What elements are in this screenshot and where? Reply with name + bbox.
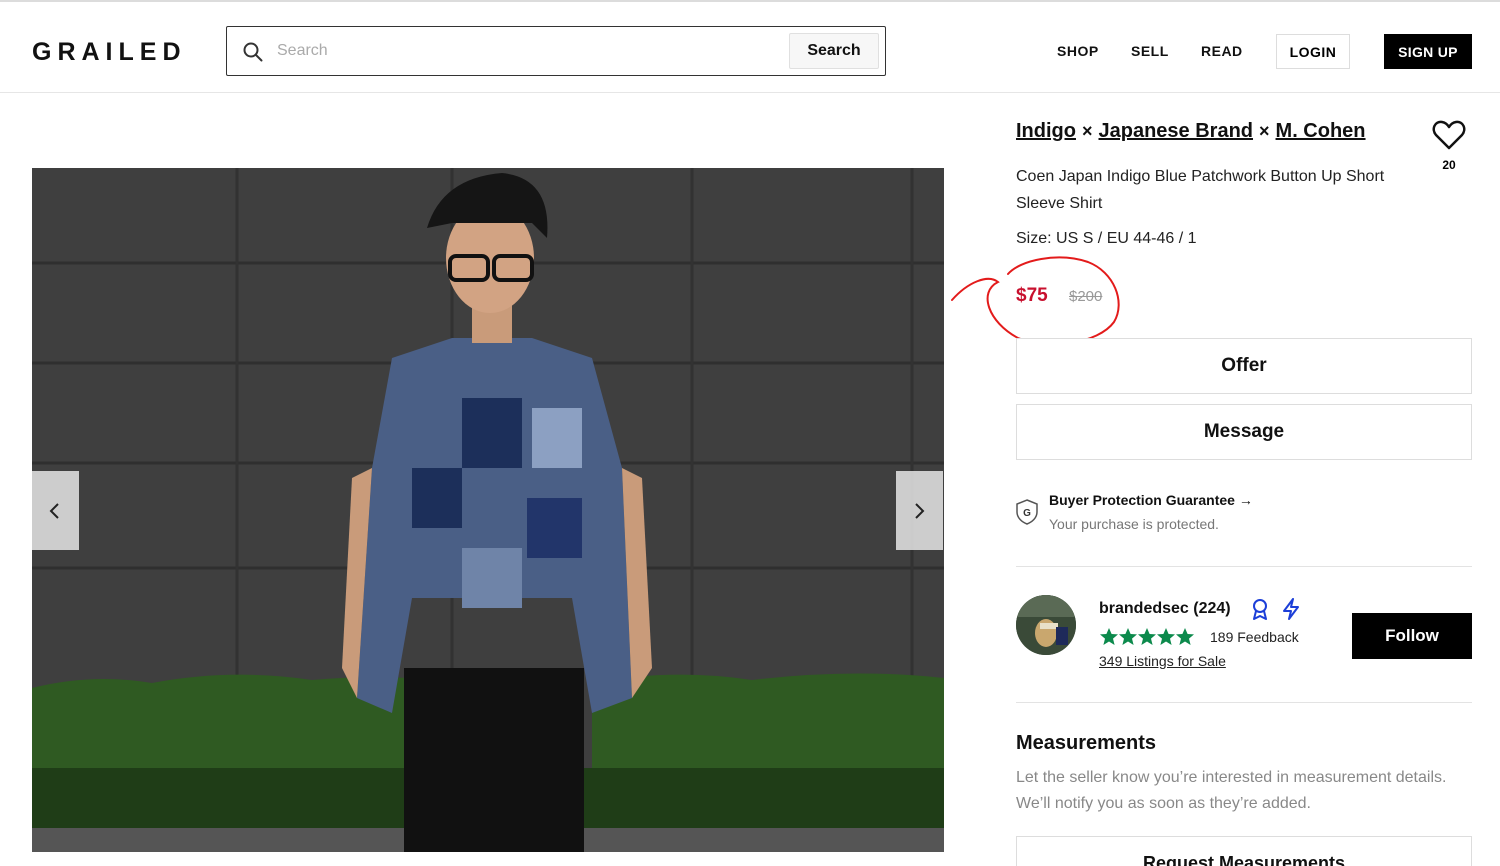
nav-read[interactable]: READ xyxy=(1201,43,1243,59)
seller-username: brandedsec xyxy=(1099,600,1189,617)
measurements-title: Measurements xyxy=(1016,732,1157,754)
product-image xyxy=(32,168,944,852)
seller-feedback: 189 Feedback xyxy=(1210,629,1299,645)
follow-button[interactable]: Follow xyxy=(1352,613,1472,659)
nav-shop[interactable]: SHOP xyxy=(1057,43,1099,59)
shield-icon: G xyxy=(1016,499,1038,525)
divider xyxy=(1016,566,1472,567)
site-header: GRAILED Search SHOP SELL READ LOGIN SIGN… xyxy=(0,2,1500,93)
buyer-protection-link[interactable]: Buyer Protection Guarantee → xyxy=(1049,492,1253,508)
seller-avatar[interactable] xyxy=(1016,595,1076,655)
gallery-next-button[interactable] xyxy=(896,471,943,550)
brand-list: Indigo × Japanese Brand × M. Cohen xyxy=(1016,120,1366,143)
brand-link-indigo[interactable]: Indigo xyxy=(1016,120,1076,142)
signup-button[interactable]: SIGN UP xyxy=(1384,34,1472,69)
heart-icon[interactable] xyxy=(1432,119,1466,151)
brand-link-japanese-brand[interactable]: Japanese Brand xyxy=(1099,120,1254,142)
chevron-left-icon xyxy=(49,503,59,519)
listing-size: Size: US S / EU 44-46 / 1 xyxy=(1016,230,1197,247)
nav-sell[interactable]: SELL xyxy=(1131,43,1169,59)
request-measurements-button[interactable]: Request Measurements xyxy=(1016,836,1472,866)
product-photo[interactable] xyxy=(32,168,944,852)
price-annotation-circle xyxy=(951,256,1120,346)
seller-name[interactable]: brandedsec (224) xyxy=(1099,600,1231,618)
avatar-image xyxy=(1016,595,1076,655)
offer-button[interactable]: Offer xyxy=(1016,338,1472,394)
divider xyxy=(1016,702,1472,703)
lightning-icon xyxy=(1283,598,1299,620)
seller-count: (224) xyxy=(1193,600,1231,617)
buyer-protection-subtitle: Your purchase is protected. xyxy=(1049,516,1219,532)
seller-listings-link[interactable]: 349 Listings for Sale xyxy=(1099,653,1226,669)
search-button[interactable]: Search xyxy=(789,33,879,69)
favorites-count: 20 xyxy=(1442,158,1456,172)
listing-title: Coen Japan Indigo Blue Patchwork Button … xyxy=(1016,168,1385,212)
search-input[interactable] xyxy=(277,37,777,65)
brand-separator: × xyxy=(1081,121,1093,141)
login-button[interactable]: LOGIN xyxy=(1276,34,1350,69)
search-icon xyxy=(243,42,263,62)
grailed-logo[interactable]: GRAILED xyxy=(32,38,187,67)
gallery-prev-button[interactable] xyxy=(32,471,79,550)
chevron-right-icon xyxy=(915,503,925,519)
rating-stars-icon xyxy=(1100,628,1194,645)
message-button[interactable]: Message xyxy=(1016,404,1472,460)
brand-link-m-cohen[interactable]: M. Cohen xyxy=(1276,120,1366,142)
measurements-text: Let the seller know you’re interested in… xyxy=(1016,769,1447,812)
search-bar: Search xyxy=(226,26,886,76)
ribbon-badge-icon xyxy=(1253,599,1267,620)
brand-separator: × xyxy=(1259,121,1270,141)
shield-letter: G xyxy=(1023,508,1031,519)
